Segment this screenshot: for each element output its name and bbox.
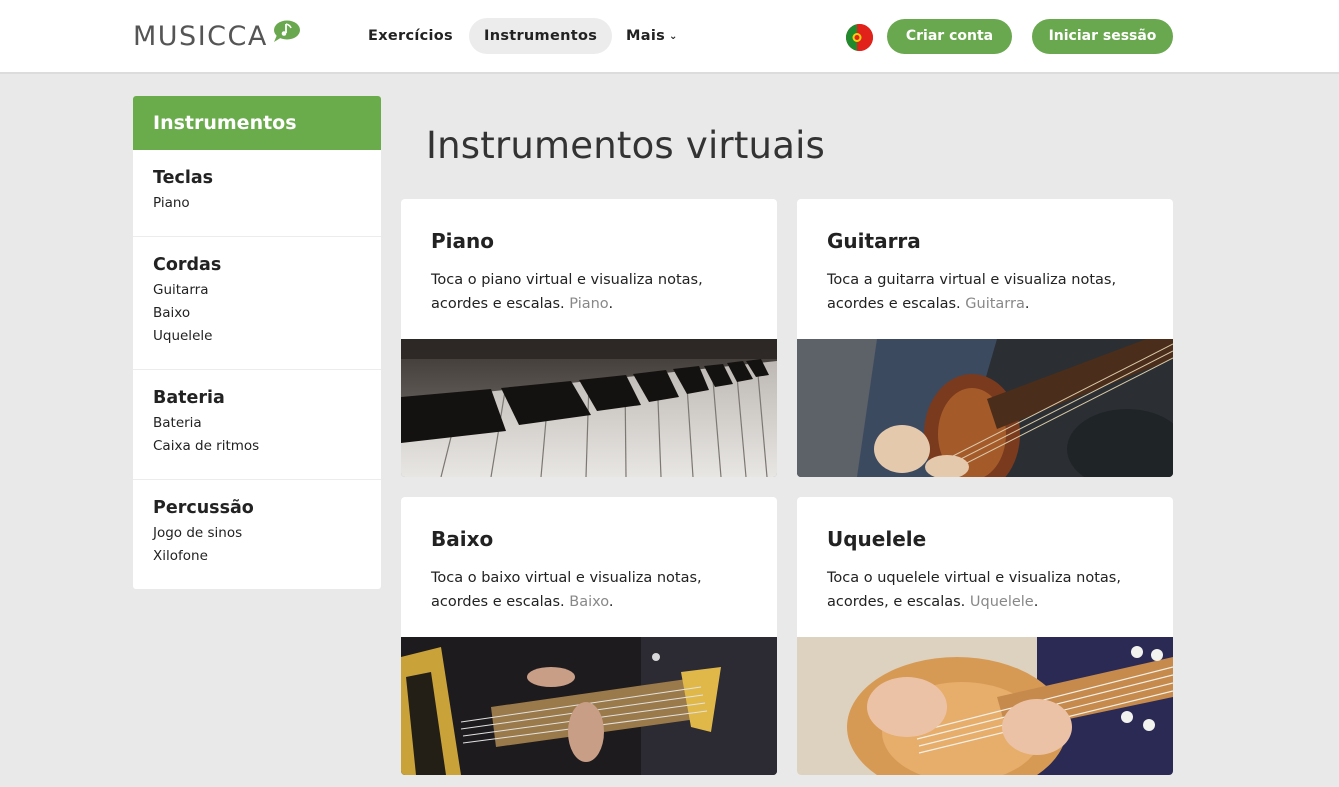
card-link-piano[interactable]: Piano <box>569 296 608 312</box>
sidebar-group-cordas: Cordas Guitarra Baixo Uquelele <box>133 237 381 370</box>
sidebar-group-title: Cordas <box>153 255 222 275</box>
sidebar-group-percussao: Percussão Jogo de sinos Xilofone <box>133 480 381 582</box>
nav-mais-label: Mais <box>626 28 666 44</box>
instrument-card-baixo[interactable]: Baixo Toca o baixo virtual e visualiza n… <box>401 497 777 775</box>
card-title: Guitarra <box>827 229 921 253</box>
sidebar-title: Instrumentos <box>133 96 381 150</box>
page-title: Instrumentos virtuais <box>426 124 826 167</box>
card-description-end: . <box>608 594 614 610</box>
card-description: Toca o baixo virtual e visualiza notas, … <box>431 566 751 614</box>
instruments-sidebar: Instrumentos Teclas Piano Cordas Guitarr… <box>133 96 381 589</box>
card-title: Uquelele <box>827 527 927 551</box>
sidebar-item-uquelele[interactable]: Uquelele <box>153 325 361 348</box>
nav-mais[interactable]: Mais ⌄ <box>611 18 693 54</box>
logo-text: MUSICCA <box>133 21 268 52</box>
music-note-bubble-icon <box>271 20 301 44</box>
guitar-image[interactable] <box>797 339 1173 477</box>
card-description: Toca a guitarra virtual e visualiza nota… <box>827 268 1147 316</box>
sidebar-group-title: Bateria <box>153 388 225 408</box>
sidebar-group-title: Teclas <box>153 168 214 188</box>
sidebar-group-title: Percussão <box>153 498 254 518</box>
sidebar-item-caixa-de-ritmos[interactable]: Caixa de ritmos <box>153 435 361 458</box>
sidebar-item-baixo[interactable]: Baixo <box>153 302 361 325</box>
chevron-down-icon: ⌄ <box>669 31 678 42</box>
instrument-card-piano[interactable]: Piano Toca o piano virtual e visualiza n… <box>401 199 777 477</box>
instrument-card-uquelele[interactable]: Uquelele Toca o uquelele virtual e visua… <box>797 497 1173 775</box>
card-description-text: Toca o piano virtual e visualiza notas, … <box>431 272 703 312</box>
top-header: MUSICCA Exercícios Instrumentos Mais ⌄ Cr… <box>0 0 1339 74</box>
sidebar-group-teclas: Teclas Piano <box>133 150 381 237</box>
sidebar-item-bateria[interactable]: Bateria <box>153 412 361 435</box>
card-description: Toca o piano virtual e visualiza notas, … <box>431 268 751 316</box>
nav-exercicios[interactable]: Exercícios <box>353 18 468 54</box>
musicca-logo[interactable]: MUSICCA <box>133 20 301 54</box>
sidebar-item-xilofone[interactable]: Xilofone <box>153 545 361 568</box>
piano-keys-image[interactable] <box>401 339 777 477</box>
card-link-uquelele[interactable]: Uquelele <box>970 594 1034 610</box>
card-link-guitarra[interactable]: Guitarra <box>965 296 1025 312</box>
card-link-baixo[interactable]: Baixo <box>569 594 609 610</box>
card-description-text: Toca o baixo virtual e visualiza notas, … <box>431 570 702 610</box>
instrument-card-guitarra[interactable]: Guitarra Toca a guitarra virtual e visua… <box>797 199 1173 477</box>
ukulele-image[interactable] <box>797 637 1173 775</box>
bass-image[interactable] <box>401 637 777 775</box>
create-account-button[interactable]: Criar conta <box>887 19 1012 54</box>
card-description-end: . <box>1033 594 1039 610</box>
card-title: Baixo <box>431 527 494 551</box>
card-description: Toca o uquelele virtual e visualiza nota… <box>827 566 1147 614</box>
nav-instrumentos[interactable]: Instrumentos <box>469 18 613 54</box>
sidebar-item-jogo-de-sinos[interactable]: Jogo de sinos <box>153 522 361 545</box>
sidebar-group-bateria: Bateria Bateria Caixa de ritmos <box>133 370 381 480</box>
card-description-end: . <box>608 296 614 312</box>
portugal-flag-icon[interactable] <box>846 24 873 51</box>
card-description-end: . <box>1024 296 1030 312</box>
sidebar-item-piano[interactable]: Piano <box>153 192 361 215</box>
sidebar-item-guitarra[interactable]: Guitarra <box>153 279 361 302</box>
sign-in-button[interactable]: Iniciar sessão <box>1032 19 1173 54</box>
card-title: Piano <box>431 229 494 253</box>
